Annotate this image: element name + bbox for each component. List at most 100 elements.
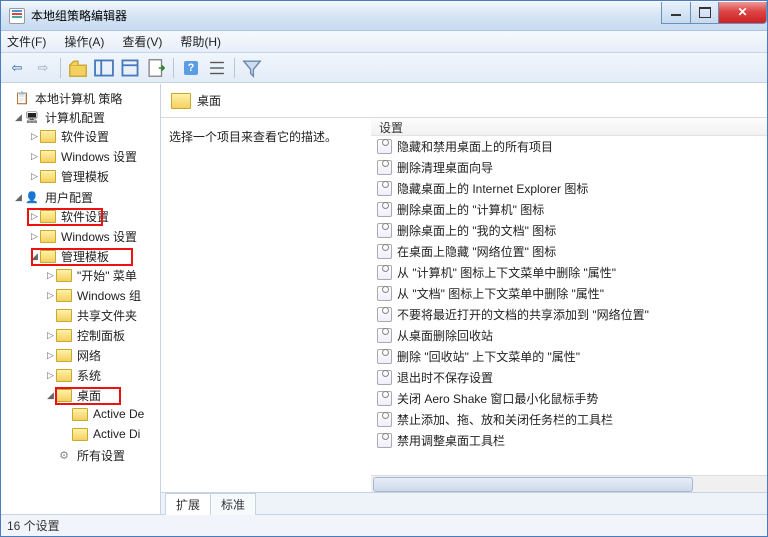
setting-label: 禁用调整桌面工具栏 — [397, 432, 505, 449]
tree-label: 软件设置 — [59, 208, 111, 225]
tab-extended[interactable]: 扩展 — [165, 493, 211, 515]
help-button[interactable] — [179, 56, 203, 80]
horizontal-scrollbar[interactable] — [371, 475, 767, 492]
tree-label: Active De — [91, 407, 146, 421]
toolbar — [1, 53, 767, 83]
properties-button[interactable] — [118, 56, 142, 80]
setting-icon — [377, 370, 393, 385]
tree-item[interactable]: ▷软件设置 — [1, 207, 160, 225]
column-header-setting[interactable]: 设置 — [371, 118, 767, 136]
setting-row[interactable]: 隐藏桌面上的 Internet Explorer 图标 — [371, 178, 767, 199]
folder-icon — [56, 267, 72, 283]
tree-all-settings[interactable]: ▷所有设置 — [1, 446, 160, 464]
setting-icon — [377, 223, 393, 238]
policy-icon — [14, 90, 30, 106]
menu-action[interactable]: 操作(A) — [64, 33, 104, 50]
setting-row[interactable]: 在桌面上隐藏 "网络位置" 图标 — [371, 241, 767, 262]
detail-pane: 桌面 选择一个项目来查看它的描述。 设置 隐藏和禁用桌面上的所有项目删除清理桌面… — [161, 84, 767, 514]
scrollbar-thumb[interactable] — [373, 477, 693, 492]
detail-title: 桌面 — [197, 92, 221, 109]
tree-user-config[interactable]: ◢ 用户配置 — [1, 188, 160, 206]
tree-label: 共享文件夹 — [75, 307, 139, 324]
tree-item[interactable]: ▷控制面板 — [1, 326, 160, 344]
tree-item[interactable]: ▷Active Di — [1, 425, 160, 443]
back-button[interactable] — [5, 56, 29, 80]
close-button[interactable] — [719, 2, 767, 24]
setting-icon — [377, 307, 393, 322]
toolbar-separator — [173, 58, 174, 78]
tree-admin-templates[interactable]: ◢管理模板 — [1, 247, 160, 265]
tab-standard[interactable]: 标准 — [210, 493, 256, 515]
tree-item[interactable]: ▷共享文件夹 — [1, 306, 160, 324]
tree-item[interactable]: ▷"开始" 菜单 — [1, 266, 160, 284]
setting-row[interactable]: 删除 "回收站" 上下文菜单的 "属性" — [371, 346, 767, 367]
tree-item[interactable]: ▷网络 — [1, 346, 160, 364]
app-window: 本地组策略编辑器 文件(F) 操作(A) 查看(V) 帮助(H) — [0, 0, 768, 537]
console-tree[interactable]: ▶ 本地计算机 策略 ◢ 计算机配置 ▷软件设置 — [1, 84, 161, 514]
description-column: 选择一个项目来查看它的描述。 — [161, 118, 371, 492]
setting-label: 退出时不保存设置 — [397, 369, 493, 386]
setting-row[interactable]: 从 "计算机" 图标上下文菜单中删除 "属性" — [371, 262, 767, 283]
forward-button[interactable] — [31, 56, 55, 80]
tree-label: 用户配置 — [43, 189, 95, 206]
setting-row[interactable]: 删除清理桌面向导 — [371, 157, 767, 178]
setting-label: 删除 "回收站" 上下文菜单的 "属性" — [397, 348, 580, 365]
maximize-button[interactable] — [691, 2, 719, 24]
titlebar: 本地组策略编辑器 — [1, 1, 767, 31]
menu-file[interactable]: 文件(F) — [7, 33, 46, 50]
setting-icon — [377, 244, 393, 259]
setting-label: 删除桌面上的 "我的文档" 图标 — [397, 222, 556, 239]
setting-label: 关闭 Aero Shake 窗口最小化鼠标手势 — [397, 390, 598, 407]
setting-row[interactable]: 从桌面删除回收站 — [371, 325, 767, 346]
menu-view[interactable]: 查看(V) — [122, 33, 162, 50]
tree-computer-config[interactable]: ◢ 计算机配置 — [1, 108, 160, 126]
setting-icon — [377, 181, 393, 196]
tree-item[interactable]: ▷系统 — [1, 366, 160, 384]
detail-body: 选择一个项目来查看它的描述。 设置 隐藏和禁用桌面上的所有项目删除清理桌面向导隐… — [161, 118, 767, 492]
export-list-button[interactable] — [144, 56, 168, 80]
setting-row[interactable]: 禁用调整桌面工具栏 — [371, 430, 767, 451]
window-title: 本地组策略编辑器 — [31, 7, 661, 24]
folder-icon — [40, 208, 56, 224]
setting-row[interactable]: 从 "文档" 图标上下文菜单中删除 "属性" — [371, 283, 767, 304]
settings-list[interactable]: 隐藏和禁用桌面上的所有项目删除清理桌面向导隐藏桌面上的 Internet Exp… — [371, 136, 767, 475]
setting-label: 隐藏桌面上的 Internet Explorer 图标 — [397, 180, 588, 197]
tree-label: 系统 — [75, 367, 103, 384]
up-button[interactable] — [66, 56, 90, 80]
tree-desktop[interactable]: ◢桌面 — [1, 386, 160, 404]
tree-label: Windows 设置 — [59, 148, 139, 165]
tree-item[interactable]: ▷Windows 组 — [1, 286, 160, 304]
show-hide-tree-button[interactable] — [92, 56, 116, 80]
folder-icon — [72, 406, 88, 422]
tree-label: 软件设置 — [59, 128, 111, 145]
toolbar-separator — [60, 58, 61, 78]
setting-label: 删除清理桌面向导 — [397, 159, 493, 176]
tree-item[interactable]: ▷管理模板 — [1, 167, 160, 185]
setting-row[interactable]: 不要将最近打开的文档的共享添加到 "网络位置" — [371, 304, 767, 325]
tree-root[interactable]: ▶ 本地计算机 策略 — [1, 89, 160, 107]
setting-row[interactable]: 删除桌面上的 "我的文档" 图标 — [371, 220, 767, 241]
folder-icon — [72, 426, 88, 442]
settings-icon — [56, 447, 72, 463]
setting-icon — [377, 328, 393, 343]
folder-icon — [56, 347, 72, 363]
setting-icon — [377, 160, 393, 175]
view-tabs: 扩展 标准 — [161, 492, 767, 514]
folder-icon — [56, 307, 72, 323]
setting-row[interactable]: 退出时不保存设置 — [371, 367, 767, 388]
tree-item[interactable]: ▷Windows 设置 — [1, 227, 160, 245]
tree-item[interactable]: ▷Active De — [1, 405, 160, 423]
setting-row[interactable]: 禁止添加、拖、放和关闭任务栏的工具栏 — [371, 409, 767, 430]
filter-button[interactable] — [240, 56, 264, 80]
tree-item[interactable]: ▷Windows 设置 — [1, 147, 160, 165]
setting-row[interactable]: 删除桌面上的 "计算机" 图标 — [371, 199, 767, 220]
setting-row[interactable]: 关闭 Aero Shake 窗口最小化鼠标手势 — [371, 388, 767, 409]
folder-icon — [40, 248, 56, 264]
setting-row[interactable]: 隐藏和禁用桌面上的所有项目 — [371, 136, 767, 157]
menu-help[interactable]: 帮助(H) — [180, 33, 221, 50]
setting-icon — [377, 349, 393, 364]
minimize-button[interactable] — [661, 2, 691, 24]
tree-item[interactable]: ▷软件设置 — [1, 127, 160, 145]
list-options-button[interactable] — [205, 56, 229, 80]
tree-label: 管理模板 — [59, 168, 111, 185]
